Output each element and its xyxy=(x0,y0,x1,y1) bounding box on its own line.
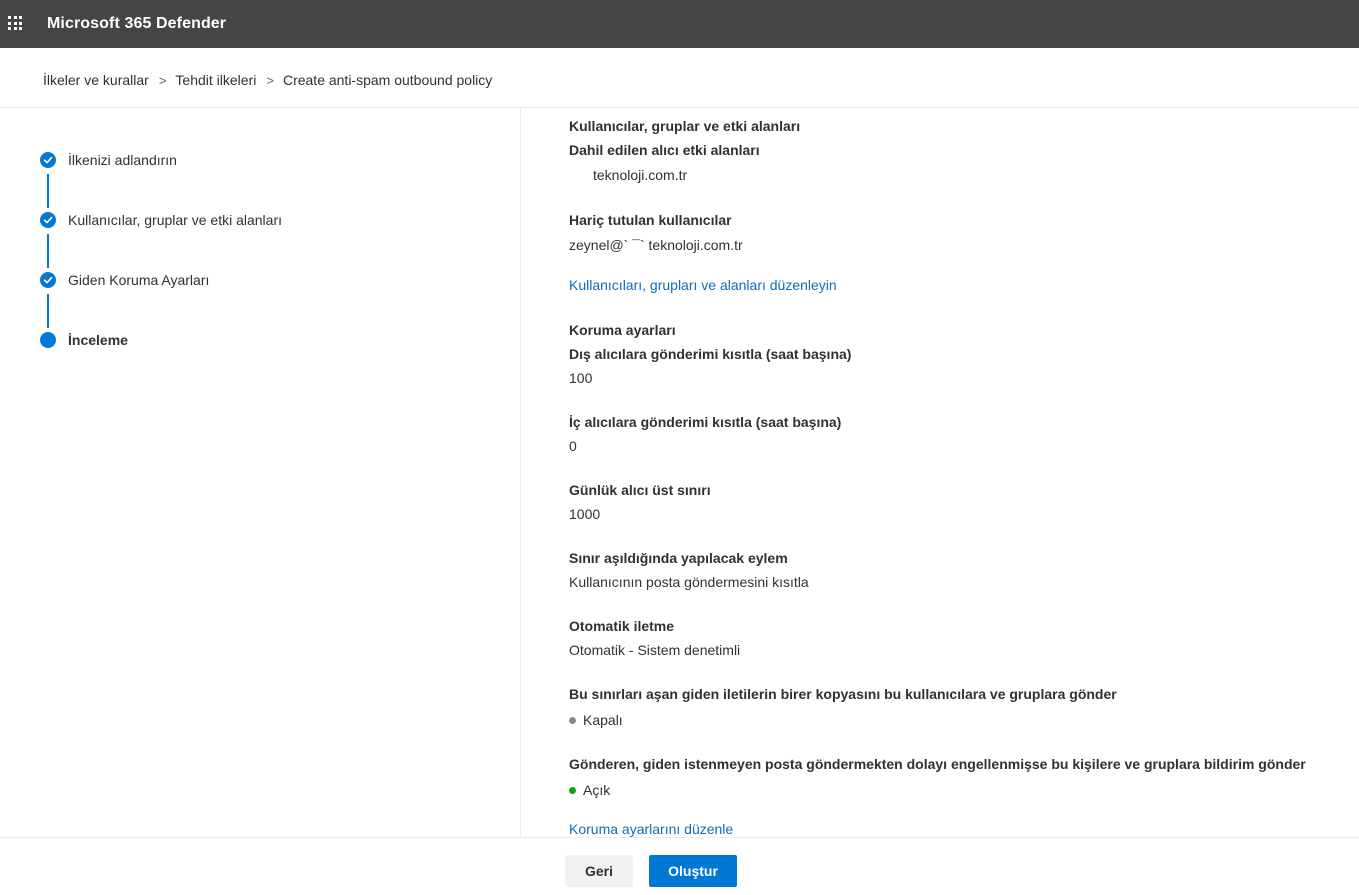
notify-blocked-label: Gönderen, giden istenmeyen posta gönderm… xyxy=(569,756,1306,772)
top-bar: Microsoft 365 Defender xyxy=(0,0,1359,48)
edit-users-link[interactable]: Kullanıcıları, grupları ve alanları düze… xyxy=(569,275,837,295)
breadcrumb-item-threat-policies[interactable]: Tehdit ilkeleri xyxy=(175,72,256,88)
included-domains-label: Dahil edilen alıcı etki alanları xyxy=(569,142,760,158)
external-limit-label: Dış alıcılara gönderimi kısıtla (saat ba… xyxy=(569,346,852,362)
limit-action-label: Sınır aşıldığında yapılacak eylem xyxy=(569,550,788,566)
step-connector xyxy=(47,174,49,208)
app-title[interactable]: Microsoft 365 Defender xyxy=(47,14,226,34)
status-off-dot-icon xyxy=(569,716,576,724)
breadcrumb: İlkeler ve kurallar > Tehdit ilkeleri > … xyxy=(43,70,492,90)
back-button[interactable]: Geri xyxy=(565,855,633,887)
section-title-users: Kullanıcılar, gruplar ve etki alanları xyxy=(569,118,801,134)
limit-action-value: Kullanıcının posta göndermesini kısıtla xyxy=(569,574,809,590)
wizard-steps-panel: İlkenizi adlandırın Kullanıcılar, grupla… xyxy=(0,108,521,837)
notify-blocked-value: Açık xyxy=(583,782,611,798)
footer-divider xyxy=(0,837,1359,838)
daily-limit-label: Günlük alıcı üst sınırı xyxy=(569,482,711,498)
create-button[interactable]: Oluştur xyxy=(649,855,737,887)
included-domains-value: teknoloji.com.tr xyxy=(593,167,688,183)
daily-limit-value: 1000 xyxy=(569,506,601,522)
wizard-step-users-groups-domains[interactable]: Kullanıcılar, gruplar ve etki alanları xyxy=(40,212,282,228)
waffle-icon[interactable] xyxy=(8,16,22,30)
copy-messages-value: Kapalı xyxy=(583,712,623,728)
step-connector xyxy=(47,294,49,328)
checkmark-icon xyxy=(40,152,56,168)
external-limit-value: 100 xyxy=(569,370,593,386)
wizard-step-label: İnceleme xyxy=(68,332,128,348)
auto-forwarding-value: Otomatik - Sistem denetimli xyxy=(569,642,741,658)
internal-limit-value: 0 xyxy=(569,438,577,454)
excluded-users-label: Hariç tutulan kullanıcılar xyxy=(569,212,732,228)
review-content: Kullanıcılar, gruplar ve etki alanları D… xyxy=(569,108,1329,837)
wizard-step-label: Giden Koruma Ayarları xyxy=(68,272,210,288)
breadcrumb-item-current: Create anti-spam outbound policy xyxy=(282,72,493,88)
auto-forwarding-label: Otomatik iletme xyxy=(569,618,675,634)
edit-protection-link[interactable]: Koruma ayarlarını düzenle xyxy=(569,819,733,837)
wizard-step-label: İlkenizi adlandırın xyxy=(68,152,177,168)
status-on-dot-icon xyxy=(569,786,576,794)
internal-limit-label: İç alıcılara gönderimi kısıtla (saat baş… xyxy=(569,414,842,430)
wizard-step-outbound-protection[interactable]: Giden Koruma Ayarları xyxy=(40,272,209,288)
chevron-right-icon: > xyxy=(266,72,274,88)
chevron-right-icon: > xyxy=(158,72,167,88)
breadcrumb-item-policies-rules[interactable]: İlkeler ve kurallar xyxy=(43,72,149,88)
wizard-step-label: Kullanıcılar, gruplar ve etki alanları xyxy=(68,212,282,228)
copy-messages-label: Bu sınırları aşan giden iletilerin birer… xyxy=(569,686,1117,702)
wizard-step-review[interactable]: İnceleme xyxy=(40,332,128,348)
checkmark-icon xyxy=(40,212,56,228)
copy-messages-status: Kapalı xyxy=(569,710,623,730)
wizard-step-name-policy[interactable]: İlkenizi adlandırın xyxy=(40,152,177,168)
current-step-icon xyxy=(40,332,56,348)
section-title-protection: Koruma ayarları xyxy=(569,322,676,338)
checkmark-icon xyxy=(40,272,56,288)
notify-blocked-status: Açık xyxy=(569,780,610,800)
step-connector xyxy=(47,234,49,268)
excluded-users-value: zeynel@` ¯` teknoloji.com.tr xyxy=(569,237,743,253)
